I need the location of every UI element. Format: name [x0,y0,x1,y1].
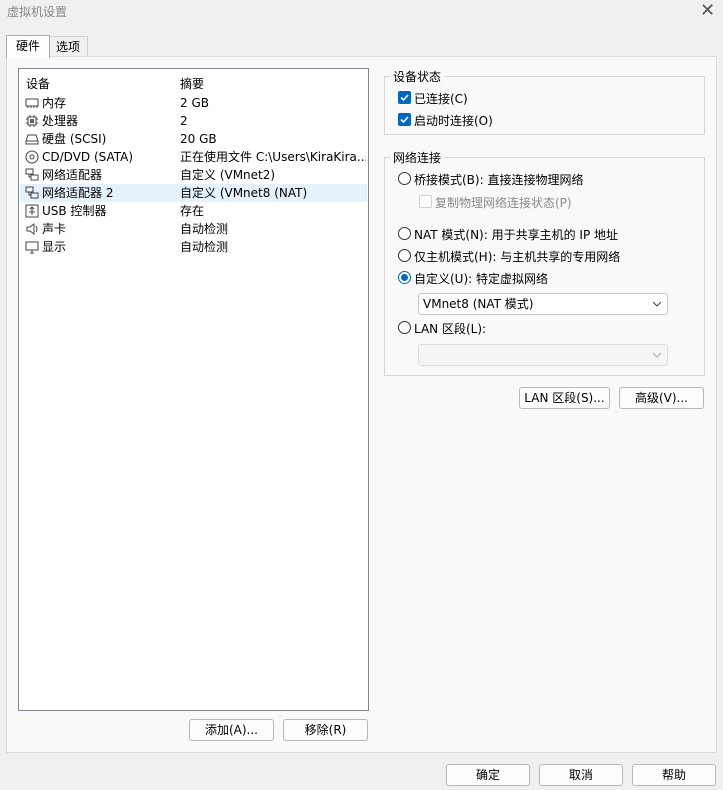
device-summary: 自动检测 [180,240,229,254]
help-button[interactable]: 帮助 [632,764,716,786]
device-name: 网络适配器 2 [42,186,114,200]
advanced-button[interactable]: 高级(V)... [619,387,704,409]
device-name: USB 控制器 [42,204,107,218]
lan-segment-label[interactable]: LAN 区段(L): [414,320,486,337]
device-list[interactable]: 设备 摘要 内存 2 GB 处理器 2 硬盘 (SCSI) 20 GB CD/D… [18,68,369,711]
ok-button[interactable]: 确定 [446,764,530,786]
checkmark-icon [400,94,409,102]
device-row-display[interactable]: 显示 自动检测 [20,238,367,256]
custom-label[interactable]: 自定义(U): 特定虚拟网络 [414,270,548,287]
device-row-network-adapter-2[interactable]: 网络适配器 2 自定义 (VMnet8 (NAT) [20,184,367,202]
connected-checkbox[interactable] [398,91,411,104]
device-summary: 自定义 (VMnet8 (NAT) [180,186,308,200]
column-header-summary[interactable]: 摘要 [180,75,204,92]
custom-network-select[interactable]: VMnet8 (NAT 模式) [418,293,668,315]
network-adapter-icon [25,186,39,199]
device-name: 内存 [42,96,67,110]
lan-segment-radio[interactable] [398,321,411,334]
device-name: 网络适配器 [42,168,103,182]
device-row-hard-disk[interactable]: 硬盘 (SCSI) 20 GB [20,130,367,148]
device-row-processor[interactable]: 处理器 2 [20,112,367,130]
lan-segment-select[interactable] [418,344,668,366]
host-only-label[interactable]: 仅主机模式(H): 与主机共享的专用网络 [414,248,620,265]
memory-icon [25,98,39,108]
column-header-device[interactable]: 设备 [26,75,50,92]
device-row-usb-controller[interactable]: USB 控制器 存在 [20,202,367,220]
sound-card-icon [26,223,38,235]
device-name: CD/DVD (SATA) [42,150,134,164]
usb-icon [25,204,39,218]
replicate-state-checkbox[interactable] [419,195,432,208]
cd-dvd-icon [25,150,39,164]
device-row-network-adapter[interactable]: 网络适配器 自定义 (VMnet2) [20,166,367,184]
device-name: 处理器 [42,114,79,128]
device-summary: 正在使用文件 C:\Users\KiraKira... [180,150,366,164]
device-summary: 20 GB [180,132,217,146]
tab-hardware[interactable]: 硬件 [6,35,50,58]
bridged-label[interactable]: 桥接模式(B): 直接连接物理网络 [414,171,583,188]
nat-label[interactable]: NAT 模式(N): 用于共享主机的 IP 地址 [414,226,618,243]
tab-options[interactable]: 选项 [48,36,88,57]
remove-button[interactable]: 移除(R) [283,719,368,741]
display-icon [25,241,39,254]
network-adapter-icon [25,168,39,181]
custom-network-value: VMnet8 (NAT 模式) [423,297,534,311]
add-button[interactable]: 添加(A)... [189,719,274,741]
replicate-state-label[interactable]: 复制物理网络连接状态(P) [435,194,572,211]
device-row-sound-card[interactable]: 声卡 自动检测 [20,220,367,238]
chevron-down-icon [653,352,661,358]
device-summary: 自定义 (VMnet2) [180,168,276,182]
bridged-radio[interactable] [398,172,411,185]
device-summary: 存在 [180,204,205,218]
device-summary: 自动检测 [180,222,229,236]
network-connection-title: 网络连接 [390,149,445,166]
device-row-cd-dvd[interactable]: CD/DVD (SATA) 正在使用文件 C:\Users\KiraKira..… [20,148,367,166]
window-title: 虚拟机设置 [7,5,68,19]
nat-radio[interactable] [398,227,411,240]
device-name: 硬盘 (SCSI) [42,132,107,146]
connected-label[interactable]: 已连接(C) [414,90,468,107]
device-name: 声卡 [42,222,67,236]
device-summary: 2 [180,114,188,128]
chevron-down-icon [653,301,661,307]
lan-segments-button[interactable]: LAN 区段(S)... [519,387,610,409]
processor-icon [26,115,38,127]
close-icon[interactable]: ✕ [700,0,715,22]
connect-at-power-on-checkbox[interactable] [398,113,411,126]
hard-disk-icon [25,134,39,145]
connect-at-power-on-label[interactable]: 启动时连接(O) [414,112,493,129]
device-summary: 2 GB [180,96,209,110]
custom-radio[interactable] [398,271,411,284]
host-only-radio[interactable] [398,249,411,262]
cancel-button[interactable]: 取消 [539,764,623,786]
device-status-title: 设备状态 [390,68,445,85]
device-row-memory[interactable]: 内存 2 GB [20,94,367,112]
checkmark-icon [400,116,409,124]
device-name: 显示 [42,240,67,254]
